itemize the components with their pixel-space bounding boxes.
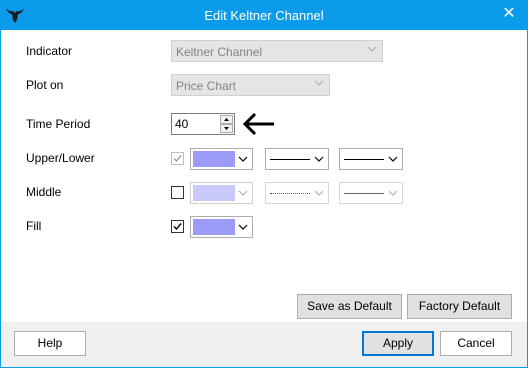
upper-lower-line-width-dropdown[interactable] [339, 148, 403, 170]
decrement-button[interactable] [220, 124, 233, 133]
chevron-down-icon [367, 46, 377, 52]
upper-lower-checkbox[interactable] [171, 152, 184, 165]
close-icon[interactable]: ✕ [494, 1, 524, 27]
time-period-stepper[interactable]: 40 [171, 113, 235, 135]
chevron-down-icon [388, 190, 398, 196]
upper-lower-line-style-dropdown[interactable] [265, 148, 329, 170]
solid-line-sample [270, 159, 310, 160]
title-bar: Edit Keltner Channel ✕ [0, 0, 528, 30]
plot-on-value: Price Chart [176, 79, 237, 93]
indicator-label: Indicator [26, 44, 73, 58]
color-swatch [193, 151, 235, 167]
indicator-dropdown[interactable]: Keltner Channel [171, 40, 383, 62]
chevron-down-icon [314, 80, 324, 86]
fill-checkbox[interactable] [171, 220, 184, 233]
color-swatch [193, 219, 235, 235]
middle-line-width-dropdown[interactable] [339, 182, 403, 204]
chevron-down-icon [238, 224, 248, 230]
apply-button[interactable]: Apply [362, 331, 434, 356]
indicator-value: Keltner Channel [176, 45, 263, 59]
chevron-down-icon [238, 190, 248, 196]
upper-lower-label: Upper/Lower [26, 151, 95, 165]
fill-label: Fill [26, 219, 42, 233]
help-button[interactable]: Help [14, 331, 86, 356]
caret-up-icon [224, 118, 229, 121]
fill-color-dropdown[interactable] [190, 216, 253, 238]
middle-color-dropdown[interactable] [190, 182, 253, 204]
save-as-default-button[interactable]: Save as Default [297, 294, 402, 319]
checkmark-icon [173, 155, 182, 163]
factory-default-button[interactable]: Factory Default [407, 294, 512, 319]
color-swatch [193, 185, 235, 201]
upper-lower-color-dropdown[interactable] [190, 148, 253, 170]
solid-line-sample [344, 193, 384, 194]
plot-on-label: Plot on [26, 78, 64, 92]
chevron-down-icon [388, 156, 398, 162]
dotted-line-sample [270, 193, 310, 194]
time-period-label: Time Period [26, 117, 91, 131]
middle-checkbox[interactable] [171, 186, 184, 199]
time-period-value: 40 [175, 117, 189, 131]
window-title: Edit Keltner Channel [204, 8, 324, 23]
chevron-down-icon [238, 156, 248, 162]
caret-down-icon [224, 127, 229, 130]
left-arrow-icon [242, 112, 274, 136]
plot-on-dropdown[interactable]: Price Chart [171, 74, 330, 96]
middle-label: Middle [26, 185, 62, 199]
increment-button[interactable] [220, 115, 233, 124]
solid-line-sample [344, 159, 384, 160]
checkmark-icon [173, 223, 182, 231]
chevron-down-icon [314, 156, 324, 162]
cancel-button[interactable]: Cancel [440, 331, 512, 356]
middle-line-style-dropdown[interactable] [265, 182, 329, 204]
chevron-down-icon [314, 190, 324, 196]
